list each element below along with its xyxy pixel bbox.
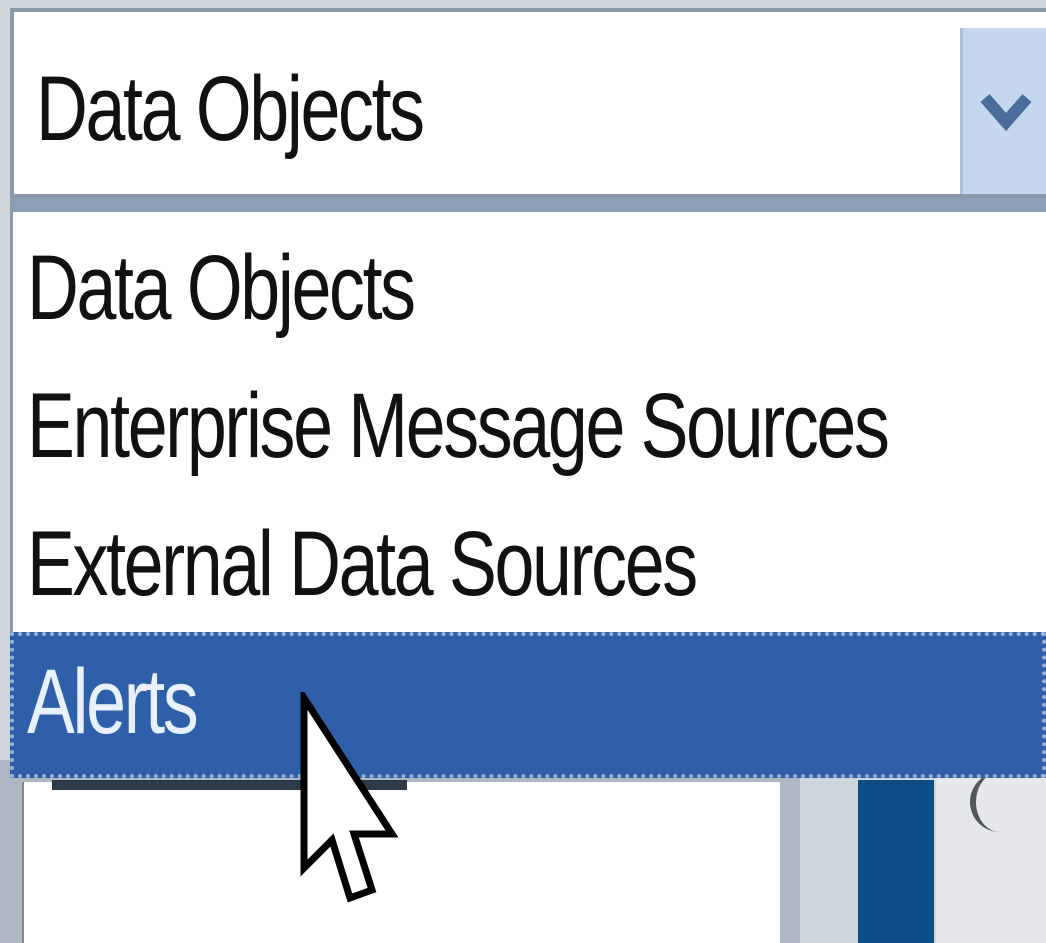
combobox-dropdown-button[interactable] bbox=[960, 28, 1046, 194]
option-label: Data Objects bbox=[27, 237, 416, 339]
option-label: External Data Sources bbox=[27, 513, 698, 615]
dropdown-option-alerts[interactable]: Alerts bbox=[10, 632, 1046, 778]
combobox-selected-value: Data Objects bbox=[36, 58, 425, 160]
background-glyph-fragment bbox=[970, 772, 1046, 832]
dropdown-option-data-objects[interactable]: Data Objects bbox=[27, 218, 1046, 358]
chevron-down-icon bbox=[980, 94, 1032, 132]
background-scrollbar bbox=[858, 780, 934, 943]
object-type-combobox[interactable]: Data Objects bbox=[10, 8, 1046, 198]
dropdown-option-external-data-sources[interactable]: External Data Sources bbox=[27, 494, 1046, 634]
combobox-dropdown-list: Data Objects Enterprise Message Sources … bbox=[10, 198, 1046, 778]
screen: Data Objects Data Objects Enterprise Mes… bbox=[0, 0, 1046, 943]
option-label: Enterprise Message Sources bbox=[27, 375, 890, 477]
mouse-cursor-icon bbox=[300, 692, 399, 903]
dropdown-option-enterprise-message-sources[interactable]: Enterprise Message Sources bbox=[27, 356, 1046, 496]
option-label: Alerts bbox=[27, 651, 199, 753]
